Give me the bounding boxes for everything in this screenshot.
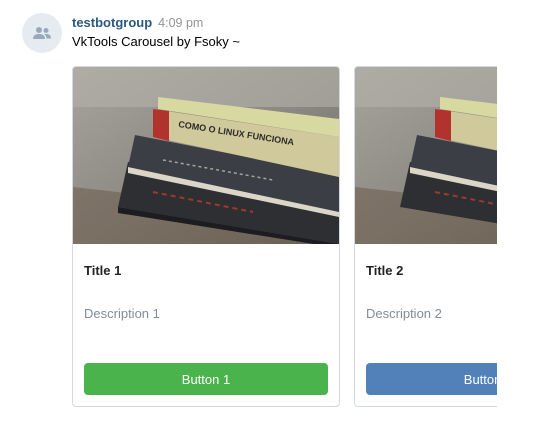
card-description: Description 2 <box>366 306 442 321</box>
card-description: Description 1 <box>84 306 160 321</box>
users-icon <box>33 27 51 39</box>
card-title: Title 1 <box>84 263 122 278</box>
message-header: testbotgroup 4:09 pm <box>72 15 203 30</box>
card-title: Title 2 <box>366 263 404 278</box>
chat-message: testbotgroup 4:09 pm VkTools Carousel by… <box>0 0 557 430</box>
carousel-card: Title 2 Description 2 Button 2 <box>354 66 497 407</box>
group-avatar[interactable] <box>22 13 62 53</box>
author-name[interactable]: testbotgroup <box>72 15 152 30</box>
card-button-2[interactable]: Button 2 <box>366 363 497 395</box>
carousel-track: COMO O LINUX FUNCIONA Title 1 Descriptio… <box>72 66 497 408</box>
message-text: VkTools Carousel by Fsoky ~ <box>72 34 240 49</box>
card-button-1[interactable]: Button 1 <box>84 363 328 395</box>
card-photo[interactable]: COMO O LINUX FUNCIONA <box>73 67 339 244</box>
message-time[interactable]: 4:09 pm <box>158 16 203 30</box>
card-photo[interactable] <box>355 67 497 244</box>
carousel[interactable]: COMO O LINUX FUNCIONA Title 1 Descriptio… <box>72 66 497 408</box>
carousel-card: COMO O LINUX FUNCIONA Title 1 Descriptio… <box>72 66 340 407</box>
